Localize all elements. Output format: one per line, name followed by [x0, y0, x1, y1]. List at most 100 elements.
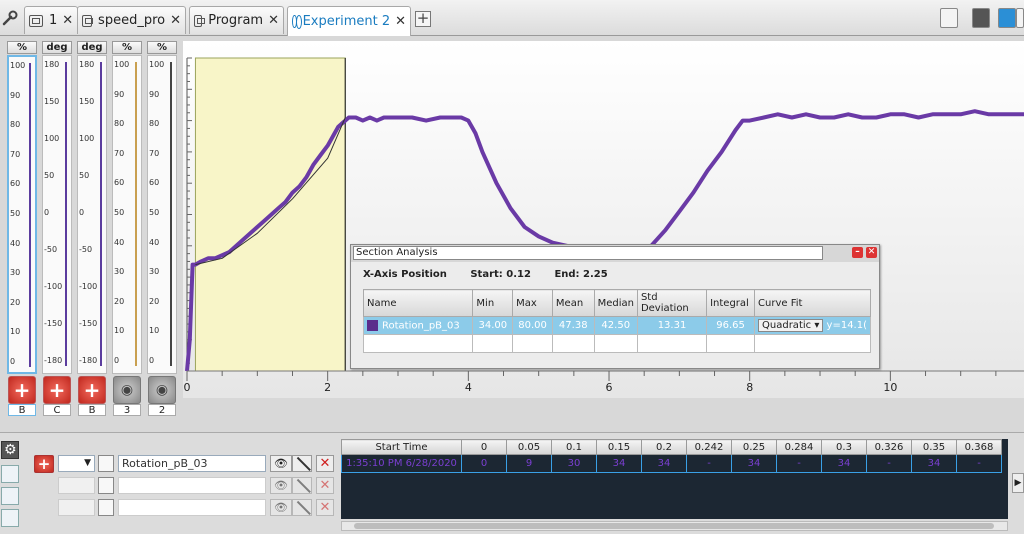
meter-port: C — [43, 404, 71, 416]
dataset-name-input[interactable] — [118, 499, 266, 516]
dialog-titlebar[interactable]: Section Analysis – ✕ — [351, 245, 879, 262]
meter-tick: 100 — [114, 60, 130, 69]
eye-icon[interactable]: 👁 — [270, 499, 292, 516]
grid-cell[interactable]: 1:35:10 PM 6/28/2020 — [341, 454, 462, 473]
grid-header: 0.368 — [956, 439, 1002, 455]
meter-scale: 100 90 80 70 60 50 40 30 20 10 0 — [147, 55, 177, 374]
grid-cell[interactable]: 9 — [506, 454, 552, 473]
x-axis-position: X-Axis Position Start: 0.12 End: 2.25 — [363, 269, 628, 280]
grid-header: 0.3 — [821, 439, 867, 455]
sheet-icon[interactable] — [98, 477, 114, 494]
x-tick-label: 8 — [746, 381, 753, 394]
meter-0[interactable]: %1009080706050403020100B — [7, 41, 39, 416]
more-tools-icon[interactable] — [1016, 8, 1024, 28]
meter-2[interactable]: deg 180 150 100 50 0 -50 -100 -150 -180 B — [77, 41, 109, 416]
meter-1[interactable]: deg 180 150 100 50 0 -50 -100 -150 -180 C — [42, 41, 74, 416]
meter-port: 3 — [113, 404, 141, 416]
grid-cell[interactable]: 34 — [911, 454, 957, 473]
scrollbar-thumb[interactable] — [354, 523, 994, 529]
motor-icon[interactable] — [78, 376, 106, 404]
dataset-dropdown[interactable] — [58, 477, 95, 494]
line-fit-icon[interactable] — [292, 455, 312, 472]
grid-cell[interactable]: - — [776, 454, 822, 473]
grid-header: 0.1 — [551, 439, 597, 455]
grid-cell[interactable]: 34 — [821, 454, 867, 473]
line-fit-icon[interactable] — [292, 499, 312, 516]
delete-icon[interactable]: ✕ — [316, 455, 334, 472]
sheet-icon[interactable] — [98, 499, 114, 516]
pointer-icon[interactable] — [998, 8, 1016, 28]
meter-port: B — [78, 404, 106, 416]
meter-bar — [170, 62, 172, 366]
close-icon[interactable]: ✕ — [268, 13, 279, 28]
tab-speed-pro[interactable]: speed_pro ✕ — [77, 6, 186, 34]
curve-tool-icon[interactable] — [972, 8, 990, 28]
row-curve-fit: Quadratic ▾ y=14.1( — [754, 316, 871, 335]
x-tick-label: 10 — [883, 381, 897, 394]
grid-cell[interactable]: 30 — [551, 454, 597, 473]
meter-tick: 100 — [44, 134, 60, 143]
meter-tick: 20 — [114, 296, 125, 306]
meter-unit: % — [147, 41, 177, 54]
eye-icon[interactable]: 👁 — [270, 477, 292, 494]
meter-bar — [65, 62, 67, 366]
tab-1[interactable]: 1 ✕ — [24, 6, 79, 34]
sheet-icon[interactable] — [98, 455, 114, 472]
dataset-name-input[interactable]: Rotation_pB_03 — [118, 455, 266, 472]
export-icon[interactable] — [940, 8, 958, 28]
delete-icon[interactable]: ✕ — [316, 499, 334, 516]
close-icon[interactable]: ✕ — [62, 13, 73, 28]
fit-equation: y=14.1( — [826, 320, 867, 331]
add-tab-button[interactable]: + — [415, 11, 431, 27]
grid-cell[interactable]: 34 — [596, 454, 642, 473]
gear-icon[interactable] — [1, 441, 19, 459]
meter-tick: 20 — [149, 296, 160, 306]
meter-tick: 0 — [114, 356, 120, 365]
dataset-dropdown[interactable]: ▼ — [58, 455, 95, 472]
meter-bar — [100, 62, 102, 366]
line-fit-icon[interactable] — [292, 477, 312, 494]
tab-program[interactable]: Program ✕ — [189, 6, 284, 34]
grid-cell[interactable]: - — [866, 454, 912, 473]
meter-3[interactable]: %10090807060504030201003 — [112, 41, 144, 416]
stats-view-icon[interactable] — [1, 487, 19, 505]
sensor-icon[interactable] — [113, 376, 141, 404]
meter-4[interactable]: %10090807060504030201002 — [147, 41, 179, 416]
meter-tick: 80 — [10, 120, 21, 130]
meter-tick: 0 — [79, 208, 85, 217]
close-icon[interactable]: ✕ — [395, 14, 406, 29]
meter-tick: 40 — [10, 238, 21, 248]
tab-experiment-2[interactable]: Experiment 2 ✕ — [287, 6, 411, 36]
data-grid-table: Start Time 0 0.05 0.1 0.15 0.2 0.242 0.25 0.284 0… — [341, 439, 1002, 473]
table-row[interactable]: Rotation_pB_03 34.00 80.00 47.38 42.50 1… — [362, 316, 871, 335]
table-row[interactable]: 1:35:10 PM 6/28/2020 0 9 30 34 34-34-34-34- — [341, 454, 1002, 473]
delete-icon[interactable]: ✕ — [316, 477, 334, 494]
collapse-arrow-icon[interactable]: ▶ — [1012, 473, 1024, 493]
close-icon[interactable]: ✕ — [170, 13, 181, 28]
grid-cell[interactable]: 34 — [641, 454, 687, 473]
eye-icon[interactable]: 👁 — [270, 455, 292, 472]
motor-icon[interactable] — [8, 376, 36, 404]
motor-icon[interactable] — [43, 376, 71, 404]
meter-tick: 50 — [114, 208, 125, 217]
minimize-icon[interactable]: – — [852, 247, 863, 258]
meter-tick: 180 — [44, 60, 60, 69]
grid-cell[interactable]: - — [686, 454, 732, 473]
tab-label: Program — [208, 13, 264, 28]
grid-cell[interactable]: 0 — [461, 454, 507, 473]
data-grid[interactable]: Start Time 0 0.05 0.1 0.15 0.2 0.242 0.25 0.284 0… — [341, 439, 1008, 519]
grid-cell[interactable]: - — [956, 454, 1002, 473]
grid-cell[interactable]: 34 — [731, 454, 777, 473]
col-integral: Integral — [706, 289, 756, 317]
horizontal-scrollbar[interactable] — [341, 521, 1008, 531]
wrench-icon[interactable] — [2, 10, 18, 26]
close-icon[interactable]: ✕ — [866, 247, 877, 258]
sensor-icon[interactable] — [148, 376, 176, 404]
more-icon[interactable] — [1, 509, 19, 527]
meter-tick: 10 — [10, 327, 21, 337]
table-view-icon[interactable] — [1, 465, 19, 483]
dataset-dropdown[interactable] — [58, 499, 95, 516]
curve-fit-select[interactable]: Quadratic ▾ — [758, 319, 824, 332]
tab-label: 1 — [49, 13, 58, 28]
dataset-name-input[interactable] — [118, 477, 266, 494]
